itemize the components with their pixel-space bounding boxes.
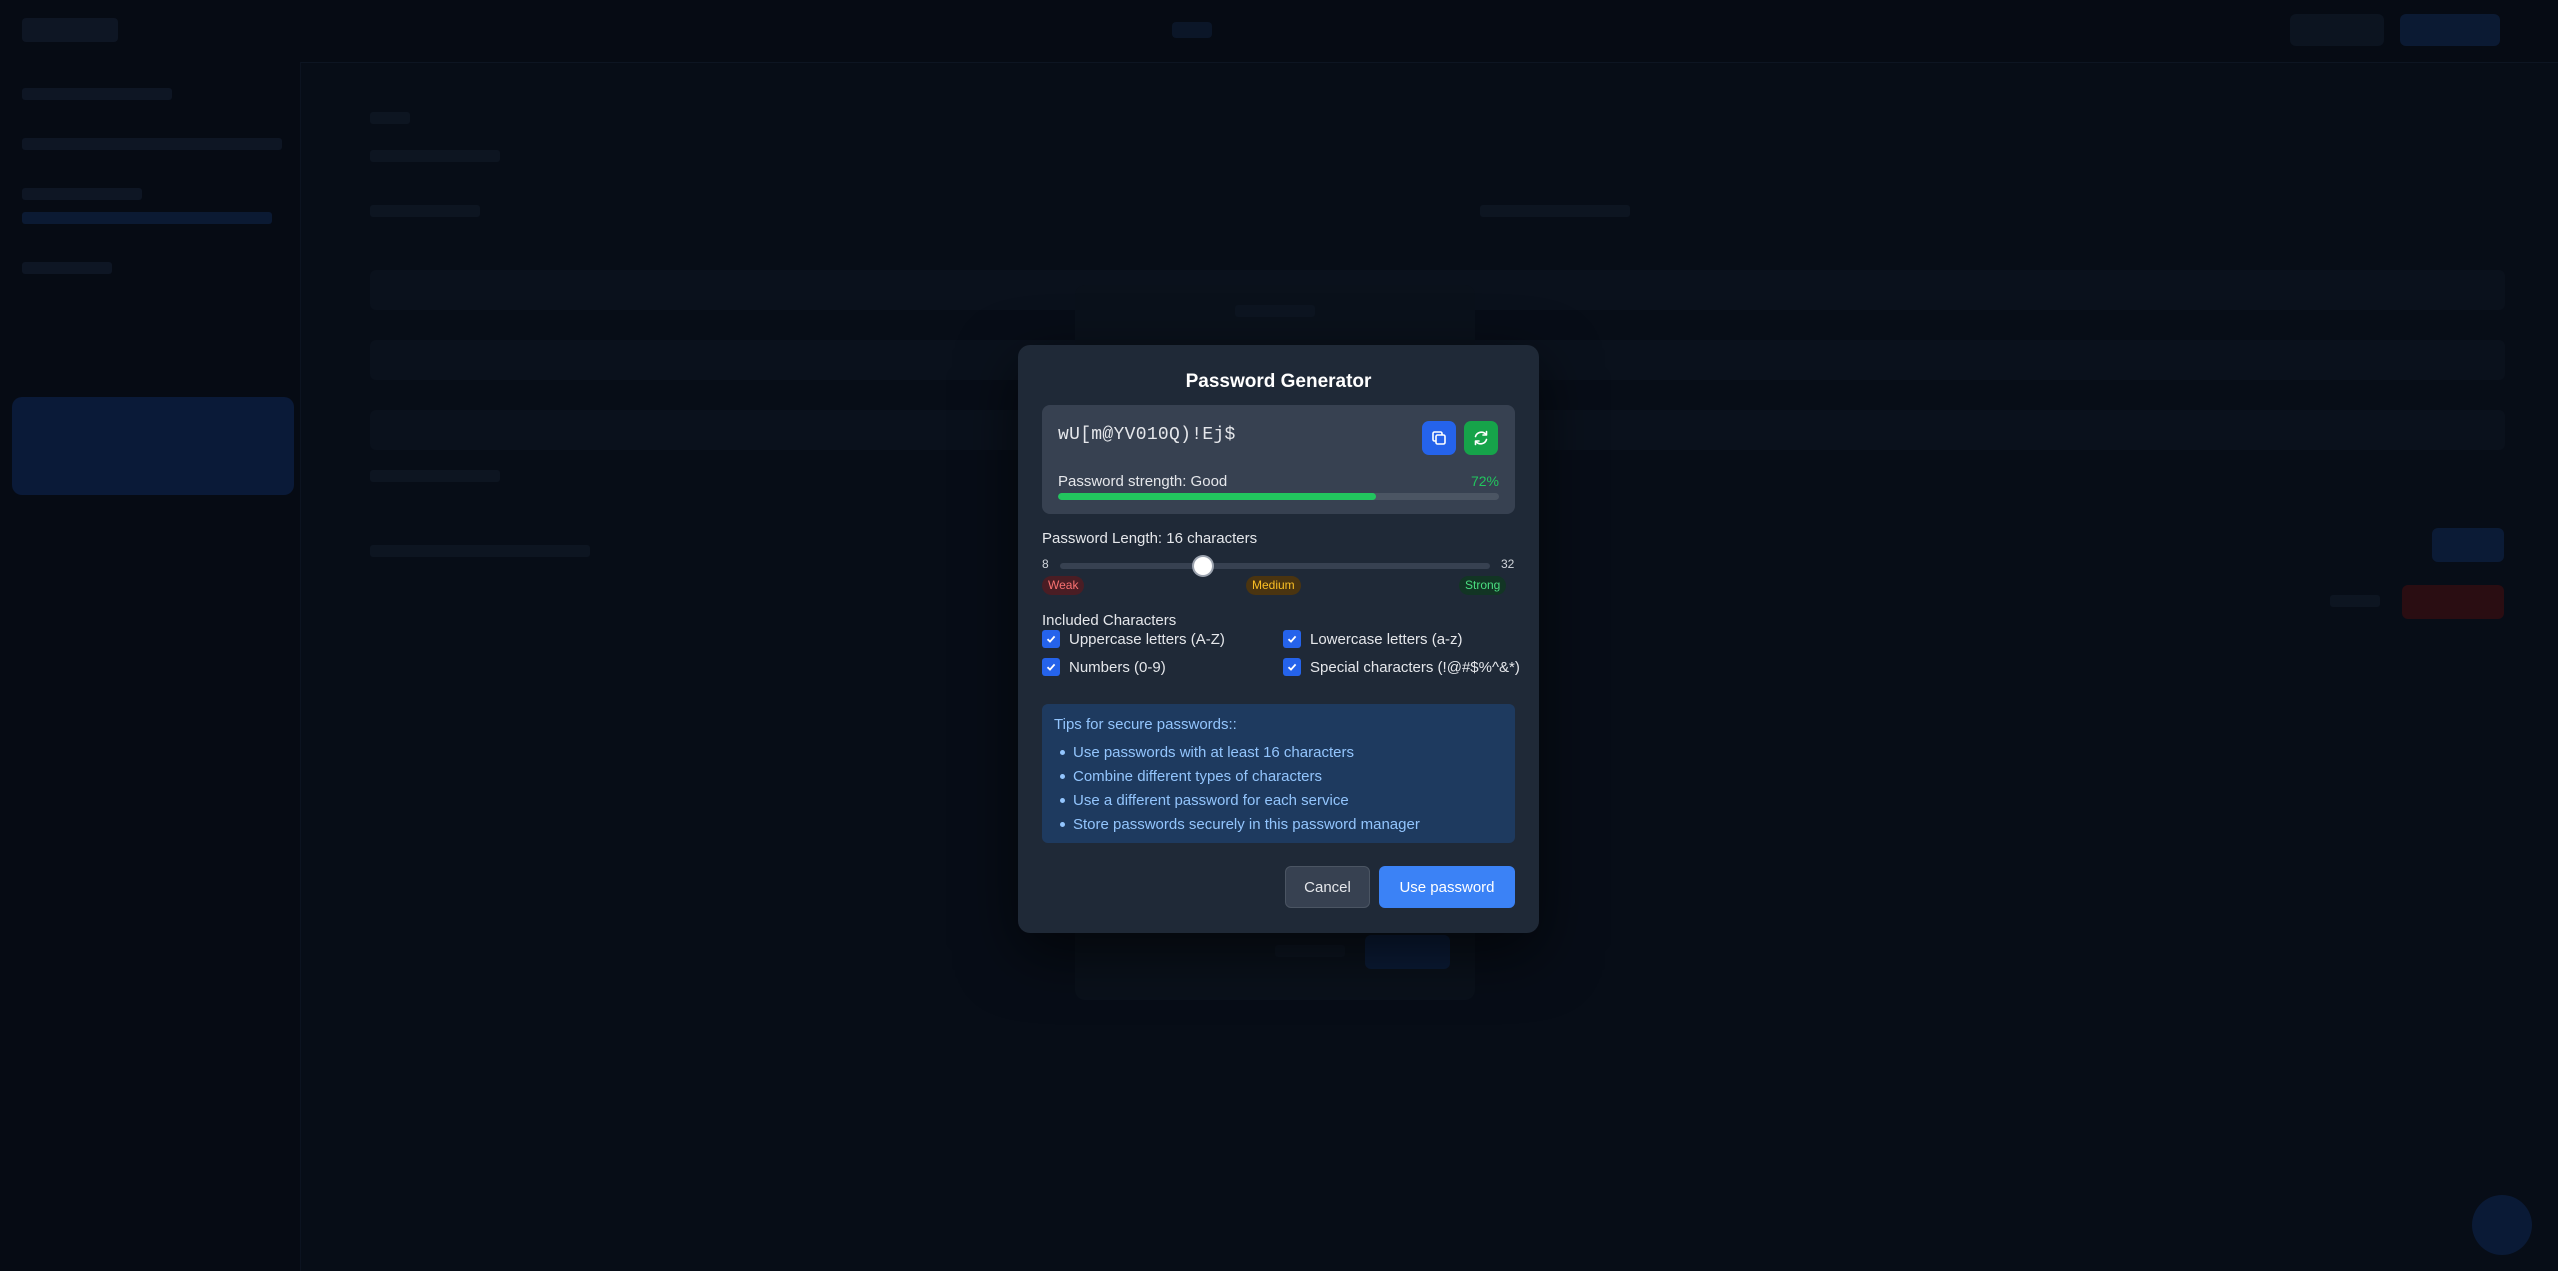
refresh-icon (1474, 430, 1488, 446)
tips-list: Use passwords with at least 16 character… (1054, 740, 1420, 836)
background-line (370, 470, 500, 482)
background-button (2402, 585, 2504, 619)
background-sidebar-card (12, 397, 294, 495)
generated-password-panel: wU[m@YV010Q)!Ej$ Password strength: Good… (1042, 405, 1515, 514)
bullet-icon (1060, 821, 1065, 827)
background-sidebar-line (22, 262, 112, 274)
cancel-button[interactable]: Cancel (1285, 866, 1370, 908)
uppercase-option-label: Uppercase letters (A-Z) (1069, 630, 1225, 648)
background-sidebar-line (22, 88, 172, 100)
background-sidebar (0, 62, 301, 1271)
checkmark-icon (1287, 663, 1297, 671)
background-button (1365, 935, 1450, 969)
uppercase-checkbox[interactable]: Uppercase letters (A-Z) (1042, 630, 1225, 648)
password-strength-percent: 72% (1470, 473, 1499, 489)
strength-level-medium: Medium (1246, 576, 1301, 595)
background-line (1235, 305, 1315, 317)
background-sidebar-line (22, 138, 282, 150)
background-fab (2472, 1195, 2532, 1255)
checkmark-icon (1046, 663, 1056, 671)
dialog-title: Password Generator (1185, 371, 1372, 392)
tip-item: Store passwords securely in this passwor… (1054, 812, 1420, 836)
security-tips-panel: Tips for secure passwords:: Use password… (1042, 704, 1515, 843)
background-line (370, 112, 410, 124)
strength-level-strong: Strong (1459, 576, 1507, 595)
background-line (2330, 595, 2380, 607)
lowercase-option-label: Lowercase letters (a-z) (1310, 630, 1463, 648)
tip-item: Combine different types of characters (1054, 764, 1420, 788)
background-line (370, 150, 500, 162)
tip-text: Use passwords with at least 16 character… (1073, 743, 1354, 761)
password-strength-label: Password strength: Good (1058, 473, 1228, 490)
background-line (370, 205, 480, 217)
tip-text: Store passwords securely in this passwor… (1073, 815, 1420, 833)
checkbox-checked[interactable] (1042, 658, 1060, 676)
password-generator-dialog: Password Generator wU[m@YV010Q)!Ej$ Pass… (1018, 345, 1539, 933)
included-characters-label: Included Characters (1042, 612, 1177, 629)
password-length-label: Password Length: 16 characters (1042, 530, 1258, 547)
password-strength-bar (1058, 493, 1499, 500)
background-top-button-primary (2400, 14, 2500, 46)
background-sidebar-line (22, 212, 272, 224)
password-strength-fill (1058, 493, 1376, 500)
numbers-checkbox[interactable]: Numbers (0-9) (1042, 658, 1166, 676)
background-line (370, 545, 590, 557)
background-sidebar-line (22, 188, 142, 200)
generated-password[interactable]: wU[m@YV010Q)!Ej$ (1058, 425, 1236, 445)
password-length-slider[interactable] (1060, 557, 1490, 575)
tip-text: Use a different password for each servic… (1073, 791, 1349, 809)
tip-item: Use passwords with at least 16 character… (1054, 740, 1420, 764)
tip-item: Use a different password for each servic… (1054, 788, 1420, 812)
checkmark-icon (1287, 635, 1297, 643)
background-top-item (1172, 22, 1212, 38)
tips-title: Tips for secure passwords:: (1054, 716, 1237, 733)
checkbox-checked[interactable] (1283, 658, 1301, 676)
bullet-icon (1060, 773, 1065, 779)
numbers-option-label: Numbers (0-9) (1069, 658, 1166, 676)
length-max-label: 32 (1501, 557, 1515, 571)
background-line (1275, 945, 1345, 957)
background-logo (22, 18, 118, 42)
checkmark-icon (1046, 635, 1056, 643)
background-line (1480, 205, 1630, 217)
special-characters-checkbox[interactable]: Special characters (!@#$%^&*) (1283, 658, 1520, 676)
regenerate-password-button[interactable] (1464, 421, 1498, 455)
background-button (2432, 528, 2504, 562)
use-password-button[interactable]: Use password (1379, 866, 1515, 908)
length-min-label: 8 (1042, 557, 1049, 571)
bullet-icon (1060, 749, 1065, 755)
bullet-icon (1060, 797, 1065, 803)
checkbox-checked[interactable] (1283, 630, 1301, 648)
special-characters-option-label: Special characters (!@#$%^&*) (1310, 658, 1520, 676)
lowercase-checkbox[interactable]: Lowercase letters (a-z) (1283, 630, 1463, 648)
copy-password-button[interactable] (1422, 421, 1456, 455)
background-top-button (2290, 14, 2384, 46)
tip-text: Combine different types of characters (1073, 767, 1323, 785)
strength-level-weak: Weak (1042, 576, 1085, 595)
checkbox-checked[interactable] (1042, 630, 1060, 648)
slider-handle[interactable] (1194, 557, 1213, 575)
copy-icon (1432, 431, 1446, 445)
background-topbar (0, 0, 2558, 63)
